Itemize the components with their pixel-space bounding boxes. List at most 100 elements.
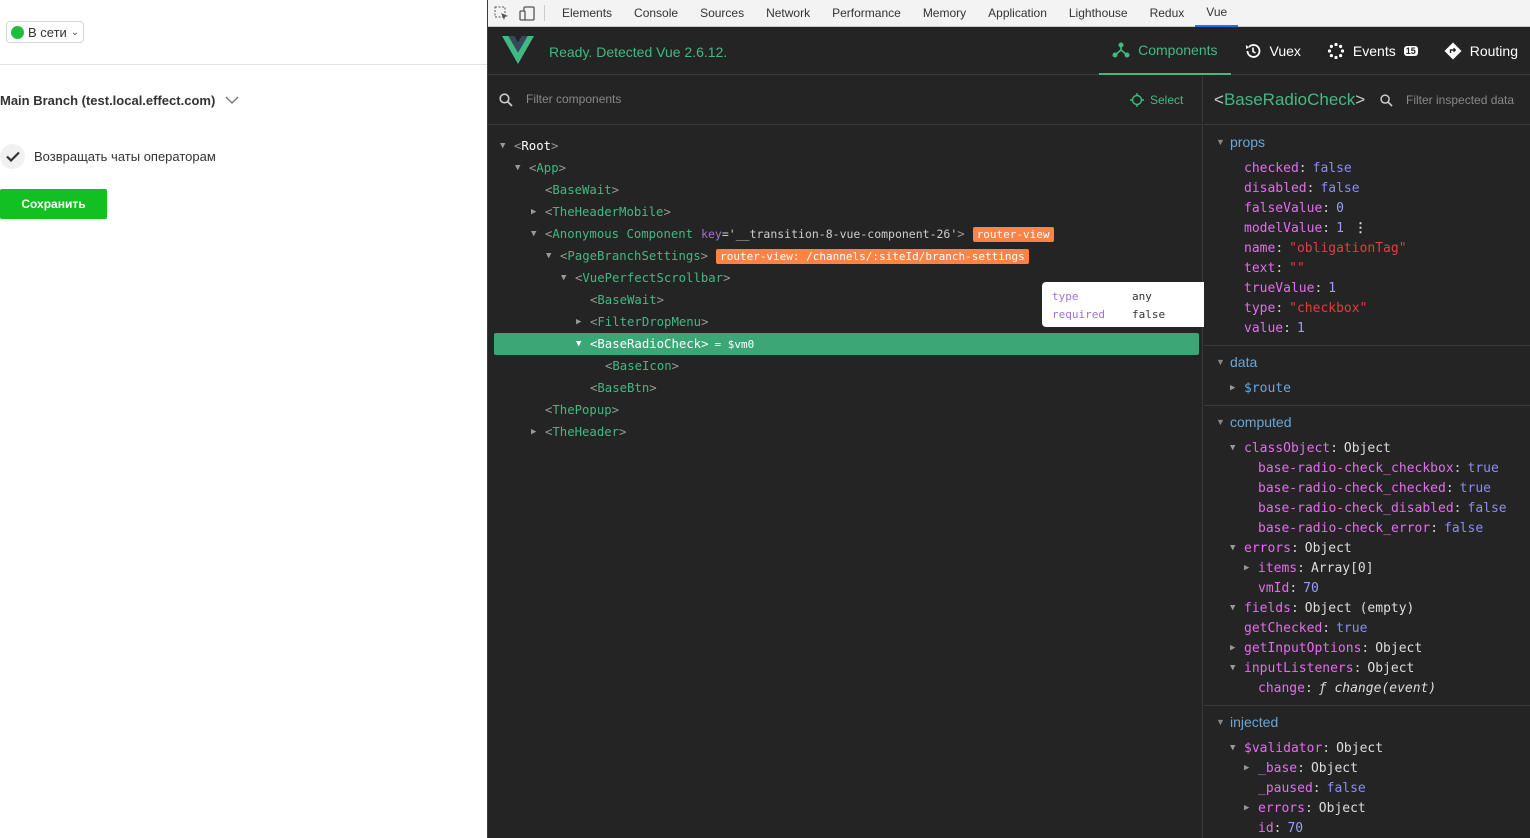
- tab-sources[interactable]: Sources: [689, 0, 755, 27]
- prop-row[interactable]: base-radio-check_disabled: false: [1258, 498, 1507, 518]
- expand-arrow-icon[interactable]: ▼: [500, 141, 514, 151]
- tree-node-baseicon[interactable]: <BaseIcon>: [591, 355, 679, 377]
- nav-components[interactable]: Components: [1099, 27, 1231, 75]
- prop-type-tooltip: type any required false: [1042, 282, 1222, 327]
- tab-redux[interactable]: Redux: [1139, 0, 1196, 27]
- events-count-badge: 15: [1403, 46, 1418, 56]
- router-view-badge: router-view: /channels/:siteId/branch-se…: [716, 248, 1029, 264]
- devtools-tabbar: Elements Console Sources Network Perform…: [488, 0, 1530, 27]
- expand-arrow-icon[interactable]: ▼: [515, 163, 529, 173]
- components-icon: [1112, 42, 1130, 58]
- expand-arrow-icon[interactable]: ▼: [531, 229, 545, 239]
- prop-row[interactable]: _paused: false: [1258, 778, 1366, 798]
- prop-row[interactable]: vmId:70: [1258, 578, 1319, 598]
- tree-node-filterdropmenu[interactable]: ▶ <FilterDropMenu>: [576, 311, 708, 333]
- prop-row[interactable]: ▼ fields: Object (empty): [1230, 598, 1414, 618]
- prop-row[interactable]: type: "checkbox": [1244, 298, 1367, 318]
- return-chats-option[interactable]: Возвращать чаты операторам: [0, 144, 216, 169]
- filter-components-input[interactable]: [526, 92, 1026, 106]
- divider: [0, 64, 487, 65]
- expand-arrow-icon[interactable]: ▼: [561, 273, 575, 283]
- tree-node-baseradiocheck[interactable]: ▼ <BaseRadioCheck> = $vm0: [576, 333, 754, 355]
- tree-node-anonymous-component[interactable]: ▼ <Anonymous Component key = '__transition…: [531, 223, 1054, 245]
- tree-node-theheadermobile[interactable]: ▶ <TheHeaderMobile>: [531, 201, 671, 223]
- nav-routing-label: Routing: [1469, 43, 1518, 59]
- prop-row[interactable]: text: "": [1244, 258, 1305, 278]
- nav-events[interactable]: Events 15: [1314, 27, 1431, 75]
- expand-arrow-icon[interactable]: ▼: [546, 251, 560, 261]
- prop-row[interactable]: ▼ classObject: Object: [1230, 438, 1391, 458]
- more-vertical-icon[interactable]: ⋮: [1354, 221, 1367, 236]
- prop-row[interactable]: ▶ _base: Object: [1244, 758, 1358, 778]
- nav-vuex[interactable]: Vuex: [1231, 27, 1314, 75]
- tree-node-pagebranchsettings[interactable]: ▼ <PageBranchSettings> router-view: /cha…: [546, 245, 1029, 267]
- tree-node-basewait-inner[interactable]: <BaseWait>: [576, 289, 664, 311]
- prop-row[interactable]: checked: false: [1244, 158, 1352, 178]
- tree-node-root[interactable]: ▼ <Root>: [500, 135, 558, 157]
- section-data[interactable]: ▼ data: [1216, 352, 1257, 372]
- tree-node-vueperfectscrollbar[interactable]: ▼ <VuePerfectScrollbar>: [561, 267, 730, 289]
- collapsed-arrow-icon[interactable]: ▶: [531, 427, 545, 437]
- ready-status: Ready. Detected Vue 2.6.12.: [549, 44, 728, 60]
- prop-row[interactable]: ▼ $validator: Object: [1230, 738, 1383, 758]
- vue-devtools-header: Ready. Detected Vue 2.6.12. Components V…: [488, 27, 1530, 75]
- prop-row[interactable]: ▶ errors: Object: [1244, 798, 1366, 818]
- checkbox[interactable]: [0, 144, 25, 169]
- vm-reference: = $vm0: [714, 337, 755, 351]
- tree-node-thepopup[interactable]: <ThePopup>: [531, 399, 619, 421]
- tab-lighthouse[interactable]: Lighthouse: [1058, 0, 1139, 27]
- prop-row[interactable]: trueValue:1: [1244, 278, 1336, 298]
- prop-row[interactable]: ▼ errors: Object: [1230, 538, 1352, 558]
- node-name: BaseWait: [552, 183, 612, 197]
- filter-inspected-data-input[interactable]: [1406, 93, 1530, 107]
- prop-row[interactable]: change: ƒ change(event): [1258, 678, 1436, 698]
- prop-row[interactable]: falseValue:0: [1244, 198, 1344, 218]
- prop-row[interactable]: disabled: false: [1244, 178, 1360, 198]
- online-status-dot: [11, 25, 24, 39]
- prop-row[interactable]: id:70: [1258, 818, 1303, 838]
- prop-row[interactable]: modelValue:1 ⋮: [1244, 218, 1367, 238]
- prop-row[interactable]: ▶ getInputOptions: Object: [1230, 638, 1422, 658]
- select-component-button[interactable]: Select: [1130, 93, 1183, 107]
- tree-node-basewait[interactable]: <BaseWait>: [531, 179, 619, 201]
- tree-node-theheader[interactable]: ▶ <TheHeader>: [531, 421, 626, 443]
- tab-memory[interactable]: Memory: [912, 0, 977, 27]
- prop-row[interactable]: base-radio-check_error: false: [1258, 518, 1483, 538]
- prop-row[interactable]: ▼ inputListeners: Object: [1230, 658, 1414, 678]
- inspect-element-icon[interactable]: [488, 0, 514, 27]
- inspected-component-title: <BaseRadioCheck>: [1214, 90, 1366, 109]
- device-toggle-icon[interactable]: [514, 0, 540, 27]
- devtools-panel: Elements Console Sources Network Perform…: [487, 0, 1530, 838]
- save-button[interactable]: Сохранить: [0, 189, 107, 219]
- prop-row[interactable]: base-radio-check_checked: true: [1258, 478, 1491, 498]
- vue-nav: Components Vuex Events 15 Routing: [1099, 27, 1530, 75]
- tab-network[interactable]: Network: [755, 0, 821, 27]
- prop-row[interactable]: ▶ items: Array[0]: [1244, 558, 1374, 578]
- prop-row[interactable]: value:1: [1244, 318, 1305, 338]
- divider: [1204, 345, 1530, 346]
- collapsed-arrow-icon[interactable]: ▶: [531, 207, 545, 217]
- prop-row[interactable]: getChecked: true: [1244, 618, 1367, 638]
- tab-console[interactable]: Console: [623, 0, 689, 27]
- tab-application[interactable]: Application: [977, 0, 1058, 27]
- prop-row[interactable]: base-radio-check_checkbox: true: [1258, 458, 1499, 478]
- node-name: FilterDropMenu: [597, 315, 702, 329]
- nav-routing[interactable]: Routing: [1431, 27, 1530, 75]
- branch-selector[interactable]: Main Branch (test.local.effect.com): [0, 93, 239, 108]
- section-props[interactable]: ▼ props: [1216, 132, 1265, 152]
- tree-node-basebtn[interactable]: <BaseBtn>: [576, 377, 657, 399]
- expand-arrow-icon[interactable]: ▼: [576, 339, 590, 349]
- status-select[interactable]: В сети ⌄: [6, 21, 85, 43]
- tree-node-app[interactable]: ▼ <App>: [515, 157, 566, 179]
- prop-row[interactable]: ▶ $route: [1230, 378, 1291, 398]
- tab-elements[interactable]: Elements: [551, 0, 623, 27]
- section-computed[interactable]: ▼ computed: [1216, 412, 1291, 432]
- section-injected[interactable]: ▼ injected: [1216, 712, 1278, 732]
- nav-components-label: Components: [1138, 42, 1218, 58]
- checkmark-icon: [5, 151, 20, 162]
- tab-vue[interactable]: Vue: [1195, 0, 1239, 27]
- prop-row[interactable]: name: "obligationTag": [1244, 238, 1407, 258]
- node-name: BaseIcon: [612, 359, 672, 373]
- tab-performance[interactable]: Performance: [821, 0, 912, 27]
- collapsed-arrow-icon[interactable]: ▶: [576, 317, 590, 327]
